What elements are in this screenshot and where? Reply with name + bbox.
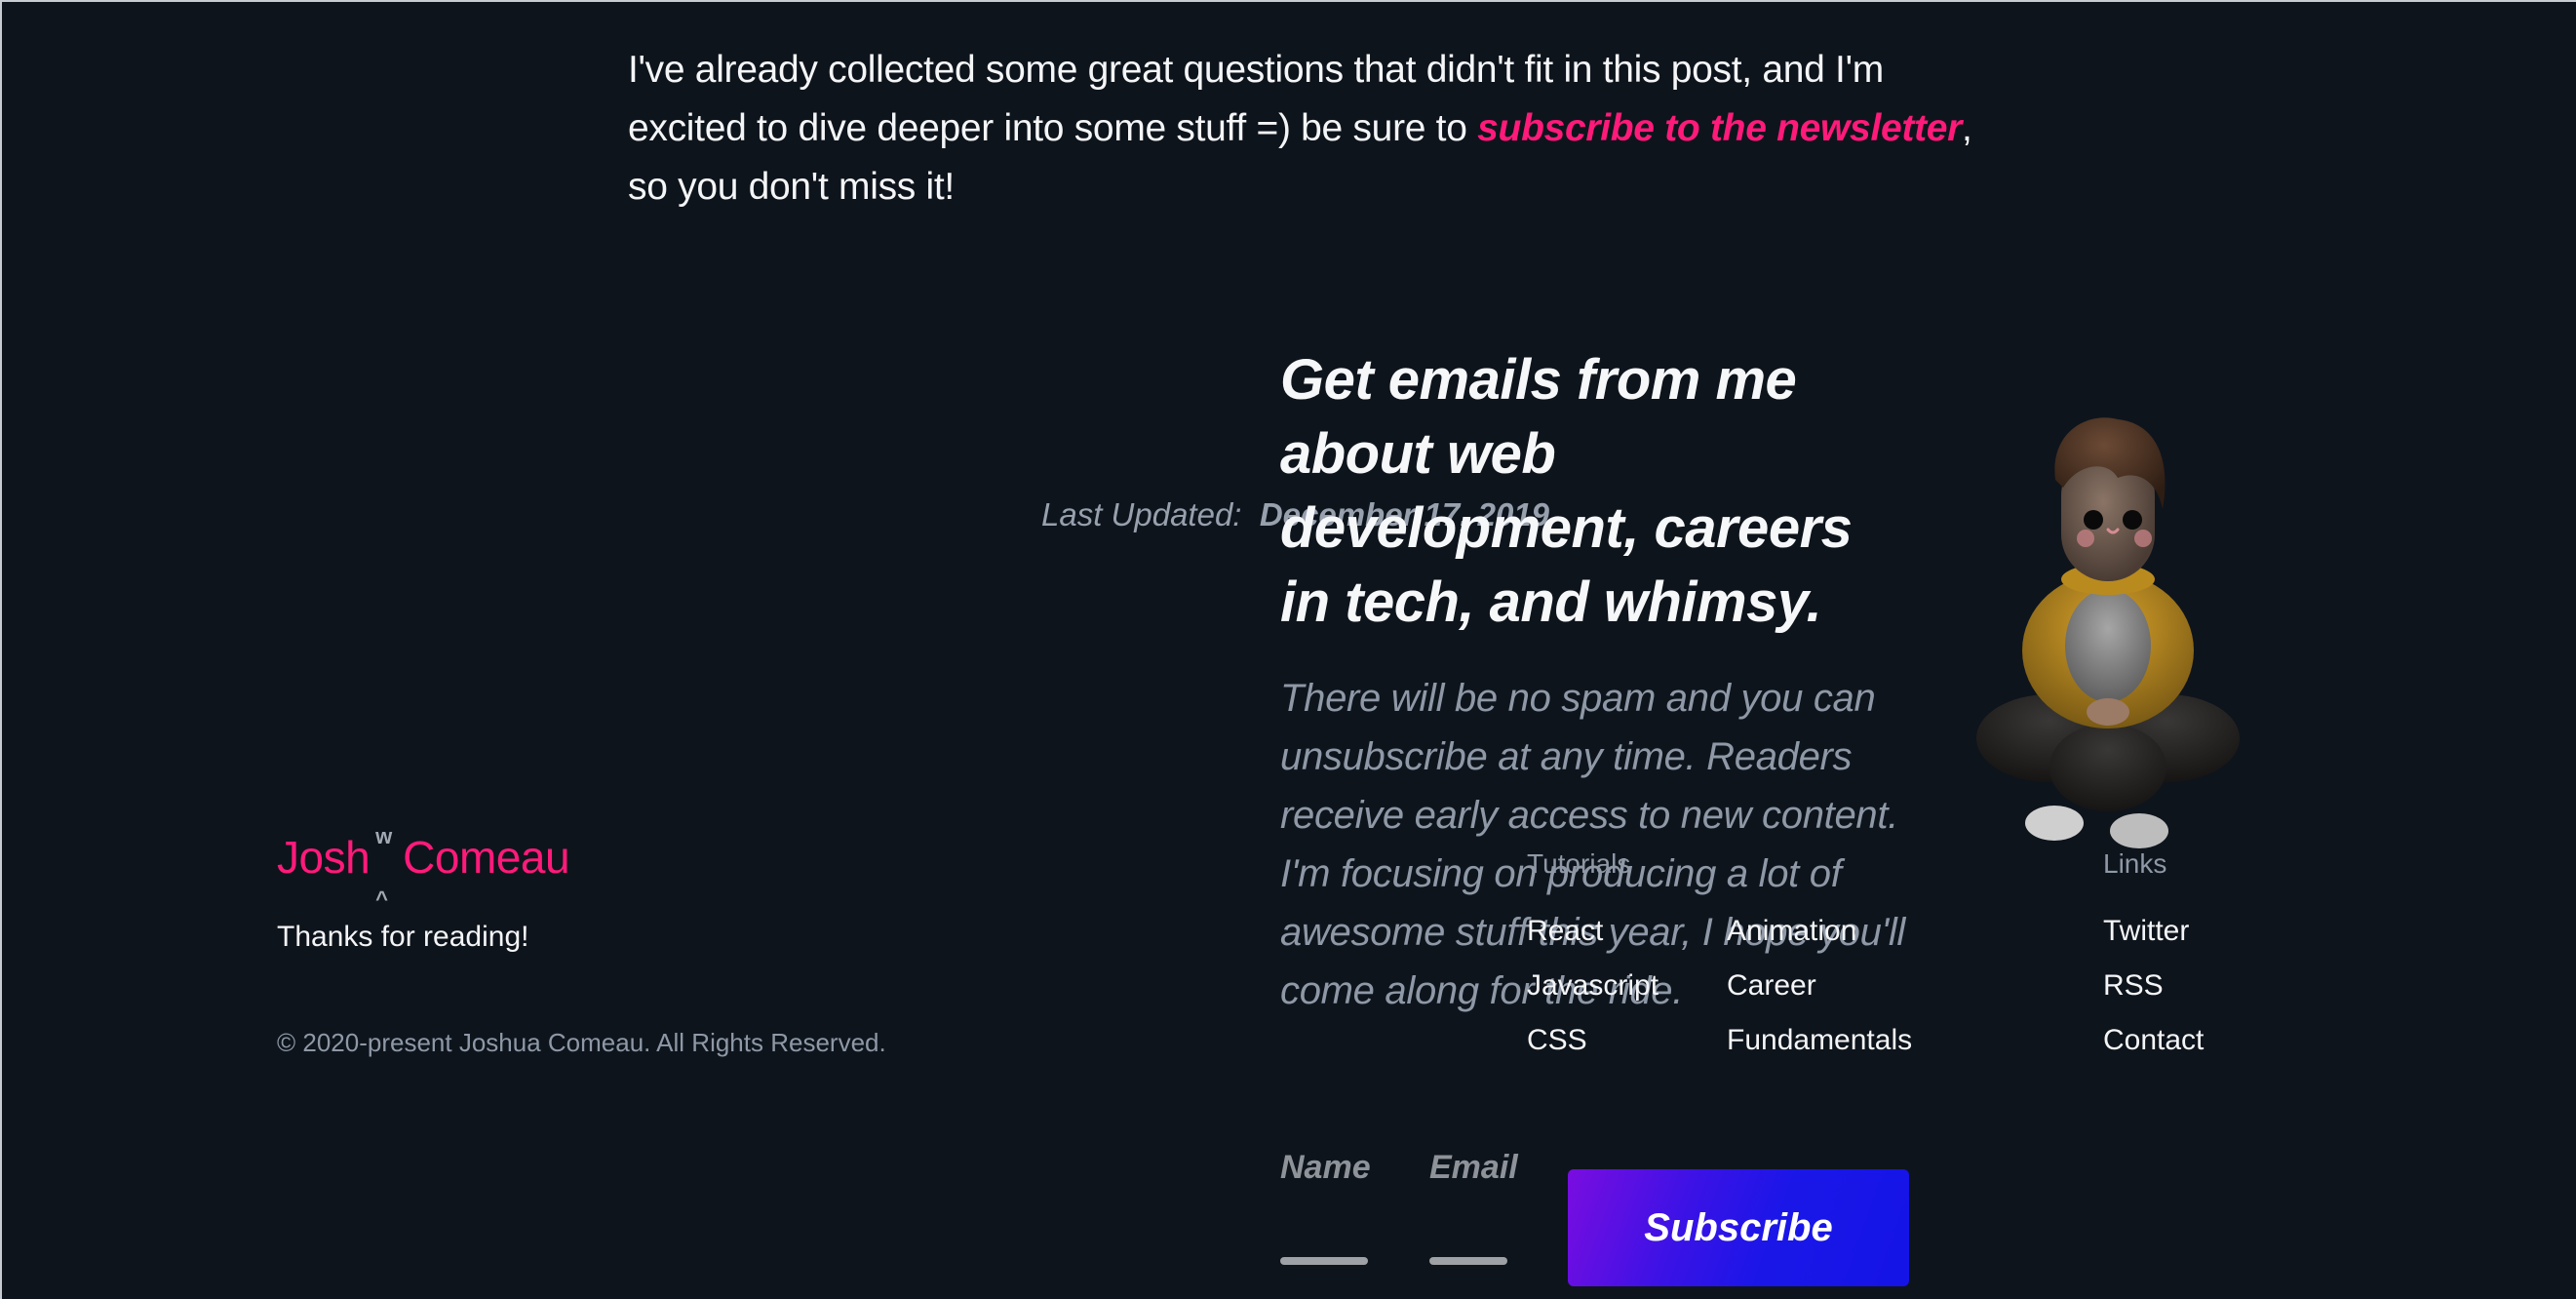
footer-link-css[interactable]: CSS (1527, 1024, 1587, 1057)
site-logo[interactable]: Josh w ^ Comeau (277, 823, 570, 911)
footer-link-javascript[interactable]: Javascript (1527, 969, 1659, 1003)
logo-last-name: Comeau (403, 832, 570, 883)
email-label: Email (1429, 1149, 1518, 1186)
footer-link-contact[interactable]: Contact (2103, 1024, 2204, 1057)
footer-link-react[interactable]: React (1527, 915, 1603, 948)
name-input[interactable] (1280, 1257, 1368, 1265)
character-body (2022, 564, 2194, 728)
name-label: Name (1280, 1149, 1371, 1186)
logo-face-mark-icon: w ^ (375, 823, 392, 911)
subscribe-button[interactable]: Subscribe (1568, 1169, 1909, 1286)
character-shoes (2025, 806, 2168, 848)
copyright: © 2020-present Joshua Comeau. All Rights… (277, 1028, 886, 1057)
newsletter-heading: Get emails from me about web development… (1280, 348, 1853, 634)
article-closing-paragraph: I've already collected some great questi… (628, 41, 1973, 216)
footer-link-fundamentals[interactable]: Fundamentals (1727, 1024, 1912, 1057)
email-input[interactable] (1429, 1257, 1507, 1265)
name-field: Name (1280, 1149, 1371, 1265)
sitting-character-illustration (1976, 417, 2240, 848)
thanks-message: Thanks for reading! (277, 921, 529, 953)
character-head (2054, 417, 2166, 581)
email-field: Email (1429, 1149, 1518, 1265)
links-heading: Links (2103, 848, 2167, 879)
tutorials-heading: Tutorials (1527, 848, 1631, 879)
newsletter-description: There will be no spam and you can unsubs… (1280, 677, 1906, 1012)
footer-link-rss[interactable]: RSS (2103, 969, 2164, 1003)
subscribe-newsletter-link[interactable]: subscribe to the newsletter (1477, 107, 1962, 149)
footer-link-twitter[interactable]: Twitter (2103, 915, 2189, 948)
footer-link-career[interactable]: Career (1727, 969, 1816, 1003)
last-updated-label: Last Updated: (1041, 496, 1242, 532)
logo-first-name: Josh (277, 832, 371, 883)
footer-link-animation[interactable]: Animation (1727, 915, 1856, 948)
